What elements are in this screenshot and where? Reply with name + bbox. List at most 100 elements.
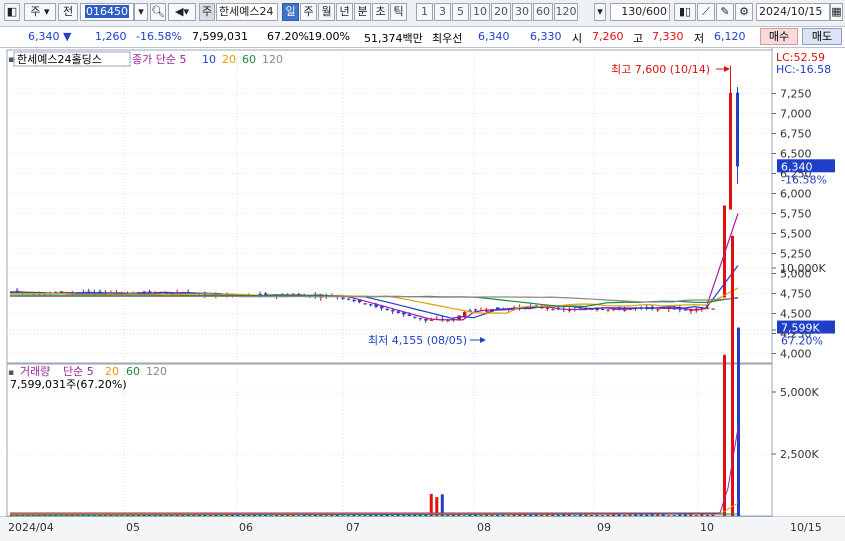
stock-code-input[interactable]: 016450: [80, 3, 134, 21]
volume-bar: [573, 515, 577, 516]
volume-drag-icon: ▪: [8, 368, 14, 378]
candle-body: [623, 309, 627, 311]
prev-button[interactable]: 전: [58, 3, 78, 21]
period-tab-2[interactable]: 월: [318, 3, 335, 21]
calendar-icon[interactable]: ▦: [830, 3, 843, 21]
x-axis-label: 10: [700, 521, 714, 534]
interval-button-10[interactable]: 10: [470, 3, 490, 21]
current-volume-pct-text: 67.20%: [781, 335, 823, 348]
line-tool-icon[interactable]: ⟋: [697, 3, 715, 21]
best-bid-label: 최우선: [432, 32, 463, 45]
volume-tick-label: 2,500K: [780, 448, 819, 461]
candle-body: [407, 314, 412, 316]
high-label: 고: [633, 32, 644, 45]
date-field[interactable]: 2024/10/15: [756, 3, 830, 21]
candle-body-10/14: [729, 92, 732, 210]
interval-button-30[interactable]: 30: [512, 3, 532, 21]
chevron-down-icon[interactable]: ▾: [134, 3, 148, 21]
interval-button-5[interactable]: 5: [452, 3, 469, 21]
volume-bar: [313, 515, 317, 516]
search-icon[interactable]: 🔍︎: [150, 3, 166, 21]
dropdown-icon[interactable]: ▾: [594, 3, 606, 21]
volume-bar: [584, 514, 588, 516]
candle-type-icon[interactable]: ▮▯: [674, 3, 696, 21]
volume-bar: [451, 514, 455, 516]
volume-indicator-label: 단순 5: [63, 365, 94, 378]
sell-button[interactable]: 매도: [802, 28, 842, 45]
x-axis-label: 07: [346, 521, 360, 534]
current-price: 6,340 ▼: [28, 30, 71, 43]
interval-button-20[interactable]: 20: [491, 3, 511, 21]
volume-bar-10/14: [731, 235, 734, 516]
price-tick-label: 7,250: [780, 88, 812, 101]
volume-bar: [700, 514, 704, 516]
volume-bar: [297, 515, 301, 516]
open-label: 시: [572, 32, 583, 45]
volume-bar: [540, 514, 544, 516]
price-tick-label: 6,000: [780, 188, 812, 201]
count-field[interactable]: 130/600: [610, 3, 670, 21]
interval-button-120[interactable]: 120: [554, 3, 578, 21]
stock-name-field[interactable]: 한세예스24: [216, 3, 278, 21]
volume-ma-label-60: 60: [126, 365, 140, 378]
period-tab-1[interactable]: 주: [300, 3, 317, 21]
volume-ma-label-20: 20: [105, 365, 119, 378]
volume-bar: [645, 514, 649, 516]
volume-bar: [479, 515, 483, 516]
volume-value: 7,599,031: [192, 30, 248, 43]
x-axis-label: 06: [239, 521, 253, 534]
period-tab-0[interactable]: 일: [282, 3, 299, 21]
current-price-tag-text: 6,340: [781, 160, 813, 173]
volume-bar: [705, 514, 709, 516]
buy-button[interactable]: 매수: [760, 28, 798, 45]
volume-ma-label-120: 120: [146, 365, 167, 378]
volume-bar: [462, 515, 466, 516]
candle-body: [341, 297, 345, 299]
volume-bar: [606, 514, 610, 516]
candle-body: [346, 298, 351, 300]
candle-body: [396, 311, 401, 313]
period-tab-5[interactable]: 초: [372, 3, 389, 21]
volume-bar: [600, 515, 604, 516]
market-select[interactable]: 주 ▾: [24, 3, 56, 21]
candle-body: [606, 309, 610, 311]
volume-bar: [507, 515, 511, 516]
toolbar: ◧ 주 ▾ 전 016450 ▾ 🔍︎ ◀▾ 주 한세예스24 일주월년분초틱 …: [0, 0, 845, 27]
current-change-text: -16.58%: [781, 173, 827, 186]
period-tab-4[interactable]: 분: [354, 3, 371, 21]
price-indicator-label: 종가 단순 5: [132, 53, 186, 66]
period-tab-3[interactable]: 년: [336, 3, 353, 21]
sound-icon[interactable]: ◀▾: [168, 3, 196, 21]
price-change: 1,260: [95, 30, 127, 43]
gear-icon[interactable]: ⚙: [735, 3, 753, 21]
count-value: 130: [621, 5, 643, 18]
best-bid-value: 6,340: [478, 30, 510, 43]
volume-bar: [446, 515, 450, 516]
price-tick-label: 7,000: [780, 108, 812, 121]
turnover-pct: 67.20%: [267, 30, 309, 43]
interval-button-60[interactable]: 60: [533, 3, 553, 21]
price-ma-label-120: 120: [262, 53, 283, 66]
interval-button-3[interactable]: 3: [434, 3, 451, 21]
volume-bar: [623, 514, 627, 516]
price-tick-label: 5,750: [780, 208, 812, 221]
low-annotation: 최저 4,155 (08/05): [368, 334, 467, 347]
interval-button-1[interactable]: 1: [416, 3, 433, 21]
trade-amount: 51,374백만: [364, 32, 423, 45]
candle-body-10/15: [736, 92, 739, 167]
volume-tick-label: 10,000K: [780, 262, 826, 275]
volume-bar: [363, 515, 367, 516]
candle-body: [385, 309, 390, 311]
drawing-tool-icon[interactable]: ✎: [716, 3, 734, 21]
candle-body: [545, 307, 550, 309]
stock-code-value: 016450: [85, 5, 129, 18]
volume-bar: [402, 515, 406, 516]
volume-bar: [589, 515, 593, 516]
period-tab-6[interactable]: 틱: [390, 3, 407, 21]
window-icon[interactable]: ◧: [4, 3, 20, 21]
price-tick-label: 4,000: [780, 348, 812, 361]
candle-body: [429, 319, 434, 321]
stock-type-badge: 주: [199, 3, 215, 21]
stock-chart[interactable]: 7,2507,0006,7506,5006,2506,0005,7505,500…: [0, 48, 845, 541]
current-volume-tag-text: 7,599K: [781, 322, 820, 335]
